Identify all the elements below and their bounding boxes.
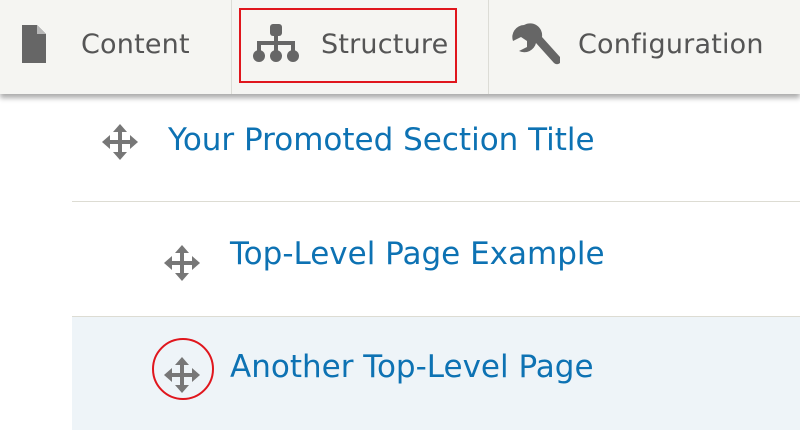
- tab-structure[interactable]: Structure: [233, 0, 489, 94]
- drag-move-icon[interactable]: [162, 355, 202, 395]
- menu-item-row: Your Promoted Section Title: [72, 94, 800, 202]
- menu-item-row: Top-Level Page Example: [72, 202, 800, 317]
- tab-content-label: Content: [81, 29, 190, 60]
- menu-item-row-selected: Another Top-Level Page: [72, 317, 800, 430]
- tab-structure-label: Structure: [321, 29, 449, 60]
- tab-configuration[interactable]: Configuration: [490, 0, 800, 94]
- tab-content[interactable]: Content: [0, 0, 232, 94]
- admin-toolbar: Content Structure Configuration: [0, 0, 800, 94]
- menu-item-link[interactable]: Top-Level Page Example: [230, 236, 605, 272]
- menu-structure-list: Your Promoted Section Title Top-Level Pa…: [72, 94, 800, 430]
- wrench-icon: [510, 23, 560, 69]
- sitemap-icon: [253, 24, 299, 66]
- drag-move-icon[interactable]: [162, 243, 202, 283]
- tab-configuration-label: Configuration: [578, 29, 764, 60]
- drag-move-icon[interactable]: [100, 122, 140, 162]
- menu-item-link[interactable]: Your Promoted Section Title: [168, 122, 595, 158]
- menu-item-link[interactable]: Another Top-Level Page: [230, 349, 594, 385]
- file-icon: [22, 25, 46, 63]
